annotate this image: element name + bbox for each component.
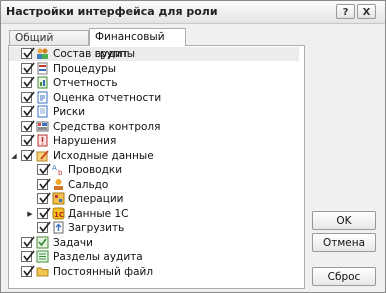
tree-item-label: Загрузить <box>68 222 125 234</box>
tree-item-label: Нарушения <box>53 135 117 147</box>
tab-financial-audit[interactable]: Финансовый аудит <box>89 28 186 60</box>
checkbox[interactable] <box>37 163 51 175</box>
checkbox[interactable] <box>21 47 35 59</box>
svg-text:1C: 1C <box>54 211 64 219</box>
procedures-icon <box>37 62 48 74</box>
tree-panel: Состав группы Процедуры Отчетность Оценк… <box>8 45 305 289</box>
checkbox[interactable] <box>21 134 35 146</box>
close-button[interactable]: X <box>357 4 376 19</box>
tree-item[interactable]: Средства контроля <box>9 120 299 134</box>
tree-item-label: Оценка отчетности <box>53 91 162 104</box>
checkbox[interactable] <box>21 250 35 262</box>
checkbox[interactable] <box>37 178 51 190</box>
help-button[interactable]: ? <box>336 4 355 19</box>
operations-icon <box>52 192 65 205</box>
checkbox[interactable] <box>37 207 51 219</box>
svg-text:b: b <box>58 169 63 176</box>
tree-item[interactable]: Разделы аудита <box>9 250 299 264</box>
tree-item[interactable]: Нарушения <box>9 134 299 148</box>
tree-item[interactable]: Оценка отчетности <box>9 91 299 105</box>
tree-item[interactable]: ▶ 1C Данные 1С <box>9 207 299 221</box>
title-bar: Настройки интерфейса для роли ? X <box>1 1 385 24</box>
upload-icon <box>53 221 64 234</box>
report-icon <box>37 76 48 89</box>
tree-item-label: Средства контроля <box>53 120 161 133</box>
tree-item[interactable]: Постоянный файл <box>9 265 299 279</box>
tree-item[interactable]: ◢ Исходные данные <box>9 149 299 163</box>
cancel-button[interactable]: Отмена <box>312 233 376 252</box>
source-data-icon <box>36 149 49 161</box>
checkbox[interactable] <box>21 91 35 103</box>
checkbox[interactable] <box>21 149 35 161</box>
tree-item-label: Задачи <box>53 236 93 249</box>
audit-sections-icon <box>36 250 49 263</box>
settings-dialog: Настройки интерфейса для роли ? X Общий … <box>0 0 386 293</box>
checkbox[interactable] <box>21 105 35 117</box>
risks-icon <box>37 105 48 118</box>
tree-item[interactable]: Операции <box>9 192 299 206</box>
tree-item-label: Данные 1С <box>68 207 129 220</box>
tree-item-label: Разделы аудита <box>53 251 143 263</box>
tree-item-label: Проводки <box>68 164 123 176</box>
tree-item-label: Отчетность <box>53 77 118 89</box>
checkbox[interactable] <box>21 236 35 248</box>
checkbox[interactable] <box>21 120 35 132</box>
tree-item-label: Постоянный файл <box>53 265 154 278</box>
checkbox[interactable] <box>21 265 35 277</box>
tree-item[interactable]: Отчетность <box>9 76 299 90</box>
expand-arrow-icon[interactable]: ◢ <box>10 149 18 163</box>
checkbox[interactable] <box>21 62 35 74</box>
controls-icon <box>36 121 49 131</box>
data-1c-icon: 1C <box>52 207 65 219</box>
collapse-arrow-icon[interactable]: ▶ <box>26 207 34 221</box>
tree-item[interactable]: Процедуры <box>9 62 299 76</box>
reset-button[interactable]: Сброс <box>312 267 376 286</box>
tree-item[interactable]: Ab Проводки <box>9 163 299 177</box>
tree-item-label: Исходные данные <box>53 149 154 162</box>
tasks-icon <box>36 236 49 248</box>
tree-item-label: Процедуры <box>53 62 117 75</box>
tree-item[interactable]: Риски <box>9 105 299 119</box>
tree-item-label: Операции <box>68 193 124 205</box>
tree-item-label: Риски <box>53 106 86 118</box>
dialog-title: Настройки интерфейса для роли <box>6 5 218 18</box>
checkbox[interactable] <box>37 221 51 233</box>
checkbox[interactable] <box>21 76 35 88</box>
postings-icon: Ab <box>52 164 63 176</box>
tree-item[interactable]: Задачи <box>9 236 299 250</box>
tree-item[interactable]: Состав группы <box>9 47 299 61</box>
tree-item[interactable]: Загрузить <box>9 221 299 235</box>
people-group-icon <box>37 48 48 59</box>
report-assessment-icon <box>37 91 48 103</box>
svg-text:A: A <box>52 164 57 172</box>
checkbox[interactable] <box>37 192 51 204</box>
ok-button[interactable]: OK <box>312 211 376 230</box>
violations-icon <box>37 134 48 147</box>
tree-item[interactable]: Сальдо <box>9 178 299 192</box>
folder-icon <box>36 267 49 276</box>
tree-item-label: Сальдо <box>68 178 109 191</box>
balance-icon <box>54 178 63 190</box>
tab-general-interface[interactable]: Общий интерфейс <box>9 30 89 58</box>
